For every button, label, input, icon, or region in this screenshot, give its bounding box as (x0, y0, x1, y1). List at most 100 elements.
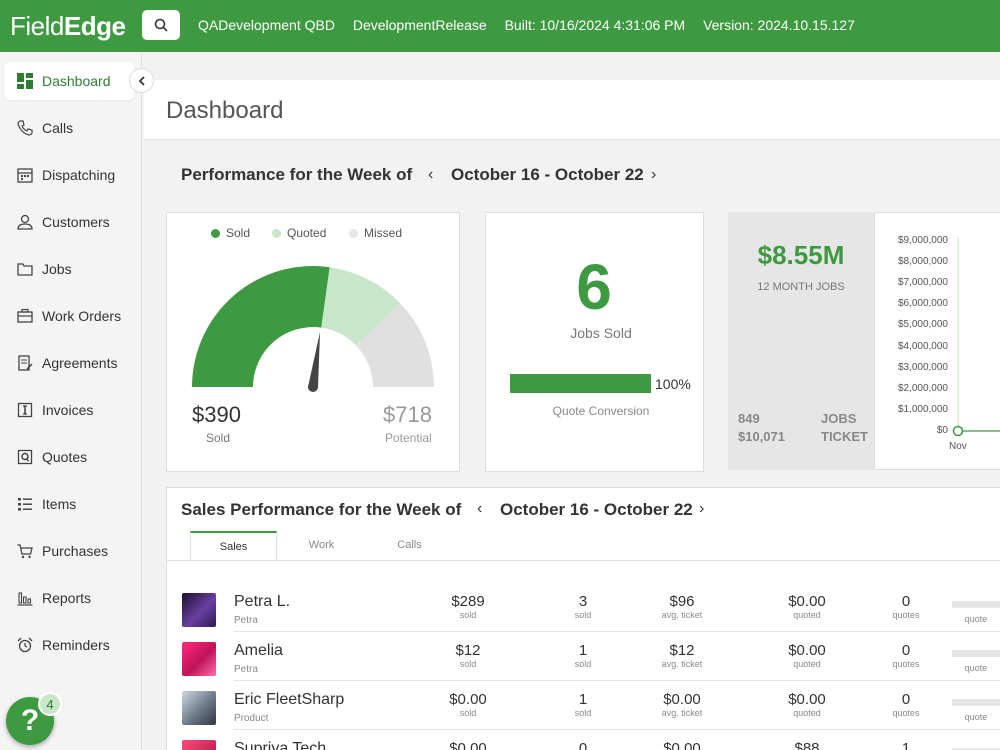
row-quotes-caption: quotes (892, 708, 920, 718)
sidebar-item-calls[interactable]: Calls (4, 109, 134, 147)
row-avg-value: $96 (669, 593, 695, 610)
next-week-button[interactable]: › (651, 166, 656, 184)
sidebar-item-dashboard[interactable]: Dashboard (4, 62, 134, 100)
row-sold-value: $12 (455, 642, 481, 659)
twelve-month-line-chart (952, 237, 1000, 437)
legend-dot-sold (211, 228, 220, 238)
row-count-value: 1 (578, 691, 588, 708)
data-point[interactable] (952, 425, 964, 437)
row-quotes-value: 1 (901, 740, 911, 750)
sidebar-item-label: Items (42, 496, 77, 512)
row-count-caption: sold (574, 610, 592, 620)
row-avg-value: $0.00 (663, 691, 701, 708)
sidebar-item-label: Work Orders (42, 308, 122, 324)
build-info: QADevelopment QBD DevelopmentRelease Bui… (198, 17, 869, 33)
build-date: Built: 10/16/2024 4:31:06 PM (504, 17, 686, 33)
row-quoted-value: $0.00 (788, 593, 826, 610)
row-count-value: 1 (578, 642, 588, 659)
quote-conversion-percent: 100% (655, 376, 691, 392)
tab-sales[interactable]: Sales (190, 531, 277, 561)
sidebar-item-label: Dispatching (42, 167, 116, 183)
search-icon (154, 18, 168, 32)
row-quote-caption: quote (964, 663, 988, 673)
logo-text-field: Field (10, 11, 64, 41)
fieldedge-logo[interactable]: FieldEdge (10, 11, 126, 42)
legend-sold: Sold (211, 226, 250, 240)
ticket-label: TICKET (821, 429, 868, 444)
sold-value: $390 (192, 402, 241, 427)
row-avg-value: $12 (669, 642, 695, 659)
employee-name[interactable]: Eric FleetSharp (234, 691, 344, 709)
search-button[interactable] (142, 10, 180, 40)
employee-name[interactable]: Amelia (234, 642, 283, 660)
employee-name[interactable]: Petra L. (234, 593, 290, 611)
row-sold-caption: sold (459, 610, 477, 620)
sold-label: Sold (206, 431, 231, 445)
legend-label-quoted: Quoted (287, 226, 327, 240)
employee-role: Product (234, 713, 269, 724)
collapse-sidebar-button[interactable] (129, 68, 154, 93)
sidebar-item-agreements[interactable]: Agreements (4, 344, 134, 382)
sidebar-item-reminders[interactable]: Reminders (4, 626, 134, 664)
legend-label-sold: Sold (226, 226, 251, 240)
row-avg-caption: avg. ticket (661, 610, 703, 620)
version-number: Version: 2024.10.15.127 (703, 17, 855, 33)
sidebar-item-label: Agreements (42, 355, 118, 371)
tab-calls[interactable]: Calls (366, 531, 453, 561)
sidebar-item-reports[interactable]: Reports (4, 579, 134, 617)
performance-week-range: October 16 - October 22 (451, 165, 644, 184)
sales-week-title: Sales Performance for the Week of (181, 500, 462, 519)
row-quotes-value: 0 (901, 642, 911, 659)
sales-next-week-button[interactable]: › (699, 500, 704, 518)
sidebar-item-quotes[interactable]: Quotes (4, 438, 134, 476)
performance-week-title: Performance for the Week of (181, 165, 413, 184)
sidebar-item-items[interactable]: Items (4, 485, 134, 523)
row-divider (234, 680, 1000, 681)
row-quotes-caption: quotes (892, 659, 920, 669)
twelve-month-label: 12 MONTH JOBS (757, 281, 845, 293)
employee-name[interactable]: Supriya Tech (234, 740, 326, 750)
jobs-count: 849 (738, 411, 760, 426)
folder-icon (16, 260, 34, 278)
quote-progress-bar (952, 601, 1000, 608)
sidebar-item-label: Jobs (42, 261, 72, 277)
employee-avatar (182, 740, 216, 750)
sidebar-item-dispatching[interactable]: Dispatching (4, 156, 134, 194)
gauge-needle-hub (308, 382, 318, 392)
row-quoted-caption: quoted (793, 708, 821, 718)
alarm-clock-icon (16, 636, 34, 654)
legend-quoted: Quoted (272, 226, 326, 240)
row-sold-value: $0.00 (449, 740, 487, 750)
sales-previous-week-button[interactable]: ‹ (477, 500, 482, 518)
employee-role: Petra (234, 615, 258, 626)
tab-work[interactable]: Work (278, 531, 365, 561)
sidebar-item-invoices[interactable]: Invoices (4, 391, 134, 429)
quote-progress-bar (952, 699, 1000, 706)
sidebar-item-jobs[interactable]: Jobs (4, 250, 134, 288)
sidebar-item-purchases[interactable]: Purchases (4, 532, 134, 570)
sidebar-item-work-orders[interactable]: Work Orders (4, 297, 134, 335)
quote-progress-bar (952, 650, 1000, 657)
previous-week-button[interactable]: ‹ (428, 166, 433, 184)
row-count-caption: sold (574, 708, 592, 718)
sidebar-item-customers[interactable]: Customers (4, 203, 134, 241)
row-count-caption: sold (574, 659, 592, 669)
person-icon (16, 213, 34, 231)
sidebar-item-label: Dashboard (42, 73, 111, 89)
row-count-value: 3 (578, 593, 588, 610)
sidebar-item-label: Calls (42, 120, 74, 136)
row-avg-caption: avg. ticket (661, 708, 703, 718)
x-axis-label-nov: Nov (949, 441, 967, 452)
potential-label: Potential (385, 431, 432, 445)
row-quoted-caption: quoted (793, 610, 821, 620)
sidebar: Dashboard Calls Dispatching Customers Jo… (0, 52, 142, 750)
logo-text-edge: Edge (63, 11, 126, 41)
employee-avatar (182, 691, 216, 725)
sales-gauge (192, 266, 434, 392)
gauge-needle (308, 332, 320, 388)
jobs-sold-label: Jobs Sold (570, 325, 632, 341)
help-notification-badge: 4 (38, 692, 62, 716)
row-quoted-value: $0.00 (788, 642, 826, 659)
chevron-left-icon (138, 75, 145, 86)
dashboard-icon (16, 72, 34, 90)
